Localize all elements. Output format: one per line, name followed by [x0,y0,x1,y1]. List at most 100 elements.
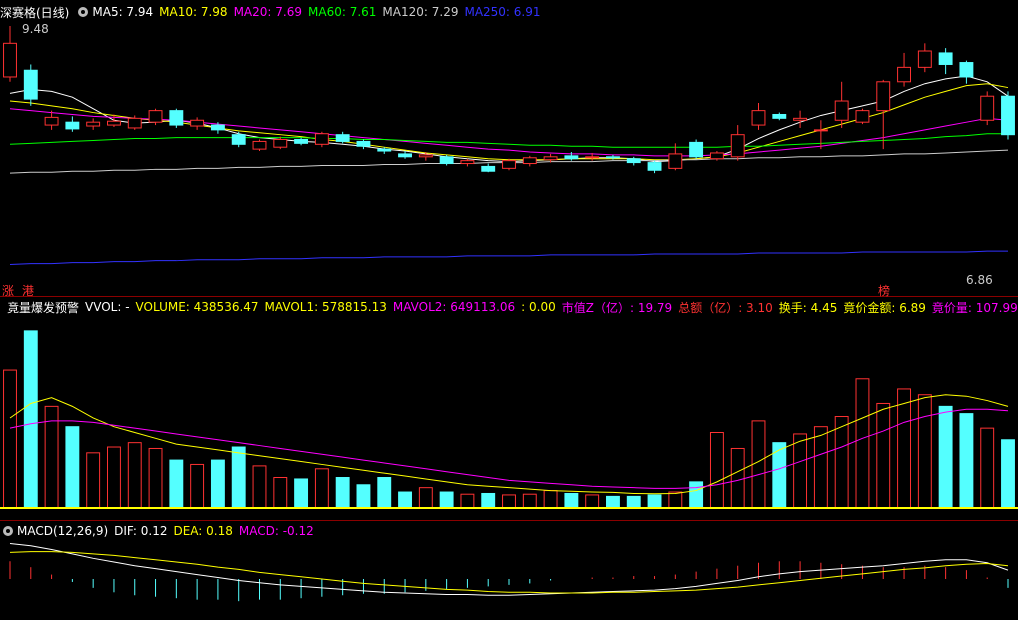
candle-body [3,42,17,78]
candle-body [169,110,184,126]
candle-body [709,152,724,160]
volume-bar [190,463,205,509]
left-tag-gang: 港 [22,284,35,298]
candle-body [481,165,496,172]
volume-bar [917,394,932,509]
volume-bar [3,369,17,509]
volume-bar [481,492,496,509]
volume-bar [668,491,683,509]
candle-body [876,81,891,112]
volume-bar [127,442,142,509]
volume-bar [606,495,620,509]
candle-body [148,110,163,123]
candle-body [210,124,225,131]
volume-bar [231,446,246,509]
volume-bar [23,330,38,509]
candle-body [502,160,516,169]
volume-bar [959,413,974,509]
dif-line [9,543,1009,596]
candle-body [564,155,579,160]
candle-body [730,134,745,158]
candle-body [522,157,537,165]
candle-body [959,62,974,78]
candle-body [585,156,600,159]
volume-bar [751,420,766,509]
volume-bar [356,484,371,509]
candle-body [439,156,454,165]
candle-body [190,119,205,127]
candle-body [252,140,267,150]
volume-bar [813,426,828,509]
candle-body [418,154,433,158]
candle-body [1001,95,1015,136]
candle-body [897,66,911,83]
candle-body [813,129,828,132]
candle-body [938,52,953,65]
high-price-label: 9.48 [22,22,49,36]
volume-bar [439,491,454,509]
dea-line [9,551,1009,594]
candle-body [606,156,620,159]
candle-body [980,95,995,121]
candle-body [273,138,288,148]
volume-bar [107,446,121,509]
stock-chart[interactable] [0,0,1018,620]
candle-body [314,133,329,145]
candle-body [107,120,121,126]
candle-body [626,158,641,164]
volume-bar [689,481,704,509]
candle-body [460,160,475,165]
volume-bar [543,490,558,509]
volume-bar [273,477,288,509]
right-tag-bang: 榜 [878,284,891,298]
volume-bar [938,405,953,509]
volume-bar [522,493,537,509]
volume-bar [980,427,995,509]
candle-body [834,100,849,121]
candle-body [335,134,350,142]
volume-bar [834,416,849,509]
candle-body [65,121,80,130]
candle-body [127,117,142,129]
volume-bar [876,402,891,509]
volume-bar [169,459,184,509]
volume-bar [252,465,267,509]
low-price-label: 6.86 [966,273,993,287]
candle-body [231,134,246,145]
volume-bar [460,493,475,509]
volume-bar [855,378,870,509]
left-tag-zhang: 涨 [2,284,15,298]
volume-bar [730,447,745,509]
candle-body [86,121,101,127]
volume-bar [314,468,329,509]
candle-body [772,113,787,119]
candle-body [855,110,870,123]
volume-bar [86,452,101,509]
candle-body [398,153,412,158]
candle-body [917,50,932,68]
volume-bar [585,494,600,509]
volume-bar [897,388,911,509]
volume-bar [793,433,808,509]
volume-bar [502,494,516,509]
candle-body [377,148,392,152]
volume-bar [709,431,724,509]
volume-bar [294,478,309,509]
volume-bar [398,491,412,509]
volume-bar [418,487,433,509]
volume-bar [1001,439,1015,509]
volume-bar [210,459,225,509]
ma250-line [9,250,1008,266]
candle-body [294,138,309,144]
volume-bar [377,477,392,509]
candle-body [44,116,59,126]
volume-bar [335,477,350,509]
volume-bar [65,426,80,509]
candle-body [751,110,766,126]
volume-bar [148,447,163,509]
volume-bar [647,494,662,509]
candle-body [23,69,38,100]
candle-body [543,156,558,161]
volume-bar [626,495,641,509]
candle-body [647,162,662,171]
